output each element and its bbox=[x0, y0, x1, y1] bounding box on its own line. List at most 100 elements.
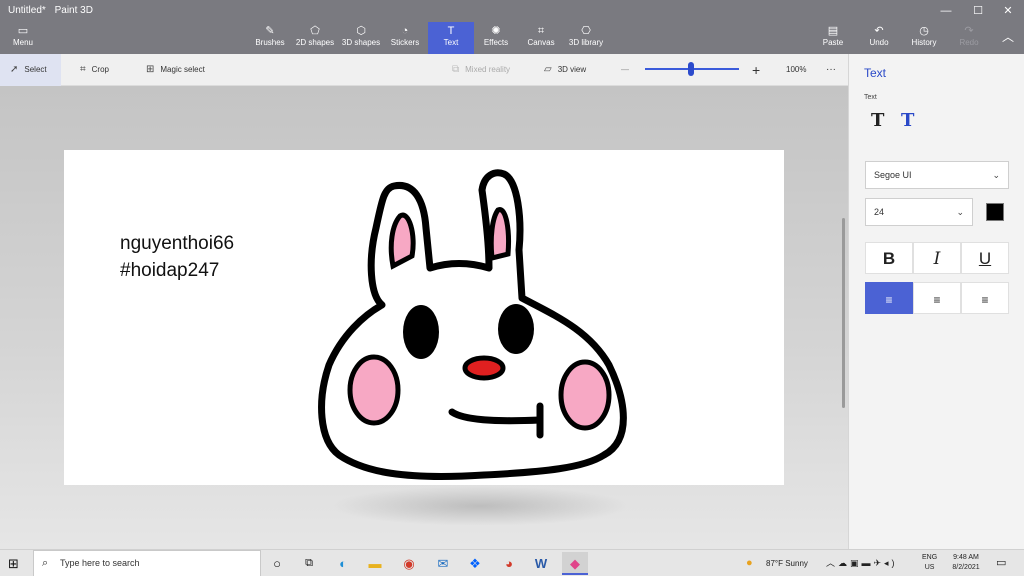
canvas-text-line-1[interactable]: nguyenthoi66 bbox=[120, 233, 234, 255]
tool-3d-shapes[interactable]: ⬡ 3D shapes bbox=[340, 24, 382, 54]
tool-3d-library[interactable]: ⎔ 3D library bbox=[566, 24, 606, 54]
system-tray-icons[interactable]: ︿☁▣▬✈◂) bbox=[826, 550, 898, 576]
2d-text-icon[interactable]: T bbox=[871, 110, 884, 131]
close-button[interactable]: ✕ bbox=[994, 2, 1022, 20]
italic-button[interactable]: I bbox=[913, 242, 961, 274]
font-size-value: 24 bbox=[874, 207, 885, 217]
history-button[interactable]: ◷ History bbox=[906, 24, 942, 54]
font-family-value: Segoe UI bbox=[874, 170, 912, 180]
canvas-text-line-2[interactable]: #hoidap247 bbox=[120, 260, 219, 282]
tool-label: 3D shapes bbox=[341, 38, 381, 47]
edge-icon[interactable]: ◐ bbox=[330, 552, 356, 575]
paint-3d-taskbar-icon[interactable]: ◆ bbox=[562, 552, 588, 575]
3d-shapes-icon: ⬡ bbox=[356, 25, 366, 37]
menu-button[interactable]: ▭ Menu bbox=[6, 24, 40, 52]
minimize-button[interactable]: — bbox=[932, 2, 960, 20]
canvas-icon: ⌗ bbox=[537, 25, 545, 37]
search-box[interactable]: ⌕ Type here to search bbox=[33, 550, 261, 576]
drawing-canvas[interactable]: nguyenthoi66 #hoidap247 bbox=[64, 150, 784, 485]
word-icon[interactable]: W bbox=[528, 552, 554, 575]
zoom-slider-thumb[interactable] bbox=[688, 62, 694, 76]
task-view-icon[interactable]: ⧉ bbox=[296, 552, 322, 575]
vertical-scrollbar[interactable] bbox=[842, 218, 845, 408]
history-icon: ◷ bbox=[919, 25, 929, 37]
language-top: ENG bbox=[922, 554, 938, 561]
window-title: Untitled* Paint 3D bbox=[8, 5, 99, 16]
tool-brushes[interactable]: ✎ Brushes bbox=[252, 24, 288, 54]
zoom-out-button[interactable]: — bbox=[621, 54, 629, 86]
tool-label: 2D shapes bbox=[295, 38, 335, 47]
select-button[interactable]: ➚ Select bbox=[0, 54, 61, 86]
bunny-left-eye bbox=[403, 305, 439, 359]
cursor-icon: ➚ bbox=[10, 64, 19, 75]
weather-icon[interactable]: ● bbox=[746, 550, 753, 576]
app-title: Paint 3D bbox=[54, 5, 93, 16]
history-label: History bbox=[911, 38, 937, 47]
zoom-in-button[interactable]: + bbox=[752, 54, 760, 86]
ribbon: Untitled* Paint 3D — ☐ ✕ ▭ Menu ✎ Brushe… bbox=[0, 0, 1024, 54]
brush-icon: ✎ bbox=[265, 25, 275, 37]
panel-section-label: Text bbox=[864, 94, 877, 101]
text-color-swatch[interactable] bbox=[986, 203, 1004, 221]
canvas-shadow bbox=[330, 486, 630, 526]
magic-select-button[interactable]: ⊞ Magic select bbox=[146, 54, 205, 86]
align-right-icon: ≡ bbox=[981, 293, 989, 307]
bunny-nose bbox=[462, 355, 506, 381]
align-right-button[interactable]: ≡ bbox=[961, 282, 1009, 314]
redo-button[interactable]: ↷ Redo bbox=[954, 24, 984, 54]
clock[interactable]: 9:48 AM 8/2/2021 bbox=[948, 553, 984, 573]
document-title: Untitled* bbox=[8, 5, 46, 16]
bunny-mouth bbox=[448, 408, 544, 425]
tool-effects[interactable]: ✺ Effects bbox=[480, 24, 512, 54]
cortana-icon[interactable]: ○ bbox=[264, 552, 290, 575]
weather-text[interactable]: 87°F Sunny bbox=[766, 550, 808, 576]
bunny-outline bbox=[318, 169, 627, 480]
undo-label: Undo bbox=[869, 38, 889, 47]
undo-icon: ↶ bbox=[874, 25, 884, 37]
bold-button[interactable]: B bbox=[865, 242, 913, 274]
paste-label: Paste bbox=[822, 38, 844, 47]
search-icon: ⌕ bbox=[42, 557, 49, 569]
font-family-dropdown[interactable]: Segoe UI ⌄ bbox=[865, 161, 1009, 189]
underline-button[interactable]: U bbox=[961, 242, 1009, 274]
windows-start-icon[interactable]: ⊞ bbox=[8, 556, 19, 572]
collapse-ribbon-icon[interactable]: ︿ bbox=[1002, 28, 1014, 45]
3d-text-icon[interactable]: T bbox=[901, 110, 914, 131]
menu-label: Menu bbox=[12, 38, 33, 47]
search-placeholder: Type here to search bbox=[60, 558, 140, 568]
paste-button[interactable]: ▤ Paste bbox=[818, 24, 848, 54]
3d-view-label: 3D view bbox=[557, 65, 587, 74]
language-indicator[interactable]: ENG US bbox=[922, 553, 937, 573]
crop-icon: ⌗ bbox=[80, 64, 86, 75]
undo-button[interactable]: ↶ Undo bbox=[864, 24, 894, 54]
more-options-button[interactable]: ··· bbox=[826, 54, 836, 86]
align-left-button[interactable]: ≡ bbox=[865, 282, 913, 314]
tool-canvas[interactable]: ⌗ Canvas bbox=[526, 24, 556, 54]
tool-label: Text bbox=[443, 38, 459, 47]
chrome-icon[interactable]: ◉ bbox=[396, 552, 422, 575]
zoom-level[interactable]: 100% bbox=[786, 54, 806, 86]
paste-icon: ▤ bbox=[827, 25, 839, 37]
3d-library-icon: ⎔ bbox=[581, 25, 591, 37]
3d-view-button[interactable]: ▱ 3D view bbox=[544, 54, 586, 86]
bunny-right-eye bbox=[498, 304, 534, 354]
dropbox-icon[interactable]: ❖ bbox=[462, 552, 488, 575]
app-icon[interactable]: ◕ bbox=[496, 552, 522, 575]
tool-text[interactable]: T Text bbox=[428, 22, 474, 54]
crop-button[interactable]: ⌗ Crop bbox=[80, 54, 109, 86]
font-size-dropdown[interactable]: 24 ⌄ bbox=[865, 198, 973, 226]
tool-2d-shapes[interactable]: ⬠ 2D shapes bbox=[294, 24, 336, 54]
maximize-button[interactable]: ☐ bbox=[964, 2, 992, 20]
file-explorer-icon[interactable]: ▬ bbox=[362, 552, 388, 575]
align-center-button[interactable]: ≡ bbox=[913, 282, 961, 314]
mail-icon[interactable]: ✉ bbox=[430, 552, 456, 575]
text-align-group: ≡ ≡ ≡ bbox=[865, 282, 1009, 314]
tool-stickers[interactable]: ◔ Stickers bbox=[388, 24, 422, 54]
3d-view-icon: ▱ bbox=[544, 64, 552, 75]
magic-select-label: Magic select bbox=[160, 65, 205, 74]
chevron-down-icon: ⌄ bbox=[992, 170, 1000, 180]
mixed-reality-button[interactable]: ⧉ Mixed reality bbox=[452, 54, 510, 86]
bunny-left-cheek bbox=[347, 354, 401, 426]
notifications-icon[interactable]: ▭ bbox=[996, 550, 1006, 576]
tool-label: Effects bbox=[483, 38, 509, 47]
